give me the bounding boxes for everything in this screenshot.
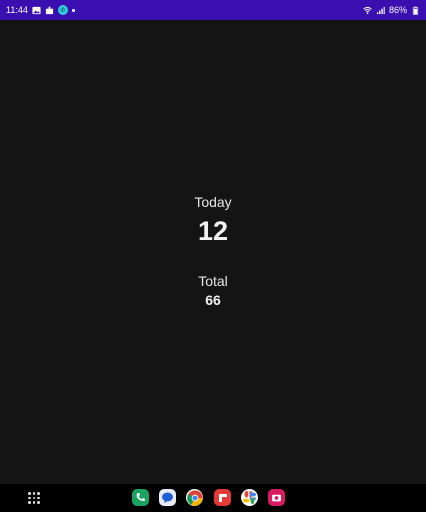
signal-icon: [376, 6, 385, 14]
today-count: 12: [197, 216, 229, 246]
messenger-icon: ✆: [57, 5, 68, 15]
status-bar: 11:44 ✆ 86%: [0, 0, 426, 20]
messages-app-icon[interactable]: [159, 489, 176, 506]
battery-percentage: 86%: [388, 5, 407, 15]
puzzle-icon: [45, 5, 53, 14]
status-bar-left: 11:44 ✆: [6, 5, 75, 15]
total-count: 66: [205, 292, 221, 308]
status-time: 11:44: [6, 5, 28, 15]
photos-app-icon[interactable]: [241, 489, 258, 506]
flipboard-app-icon[interactable]: [214, 489, 231, 506]
chrome-app-icon[interactable]: [186, 489, 203, 506]
battery-icon: [412, 6, 419, 15]
phone-app-icon[interactable]: [132, 489, 149, 506]
gallery-icon: [32, 6, 41, 14]
status-bar-right: 86%: [363, 5, 420, 15]
dot-icon: [71, 8, 75, 12]
today-label: Today: [194, 194, 232, 210]
wifi-icon: [363, 6, 372, 14]
total-label: Total: [198, 273, 228, 289]
camera-app-icon[interactable]: [268, 489, 285, 506]
app-drawer-icon[interactable]: [28, 492, 40, 504]
taskbar: [0, 484, 426, 512]
